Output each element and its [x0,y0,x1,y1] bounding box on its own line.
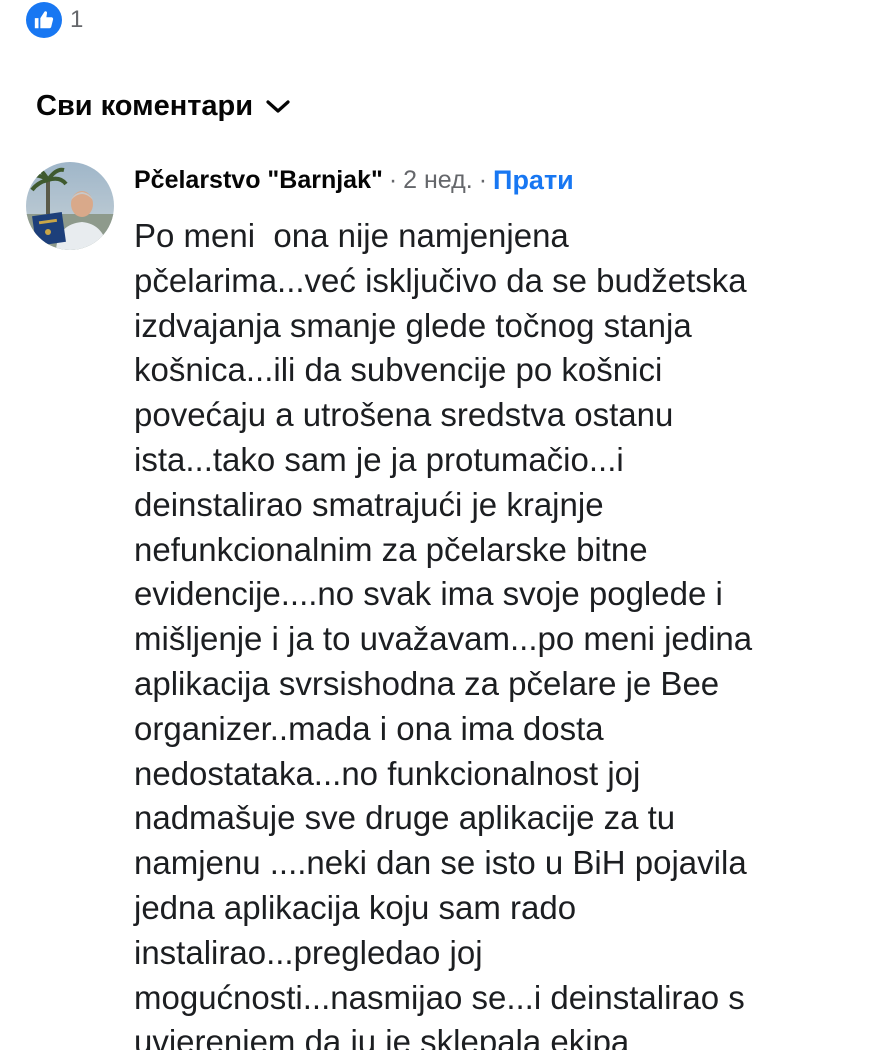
comment-author[interactable]: Pčelarstvo "Barnjak" [134,166,383,195]
reactions-summary[interactable]: 1 [26,2,83,38]
comment-meta: Pčelarstvo "Barnjak" · 2 нед. · Прати [134,160,854,200]
avatar[interactable] [26,162,114,250]
meta-separator: · [478,165,488,194]
chevron-down-icon [263,92,293,122]
comment-body: Pčelarstvo "Barnjak" · 2 нед. · Прати Po… [134,160,854,1050]
meta-separator: · [388,165,398,194]
comments-screen: 1 Сви коментари Pčelarstvo "Barnjak" · 2… [0,0,880,1050]
reaction-count: 1 [70,6,84,33]
follow-button[interactable]: Прати [493,165,574,196]
comment-time[interactable]: 2 нед. [403,166,473,195]
filter-label: Сви коментари [36,90,254,122]
comment-text: Po meni ona nije namjenjena pčelarima...… [134,217,753,1050]
like-icon [26,2,62,38]
all-comments-filter[interactable]: Сви коментари [36,90,293,123]
